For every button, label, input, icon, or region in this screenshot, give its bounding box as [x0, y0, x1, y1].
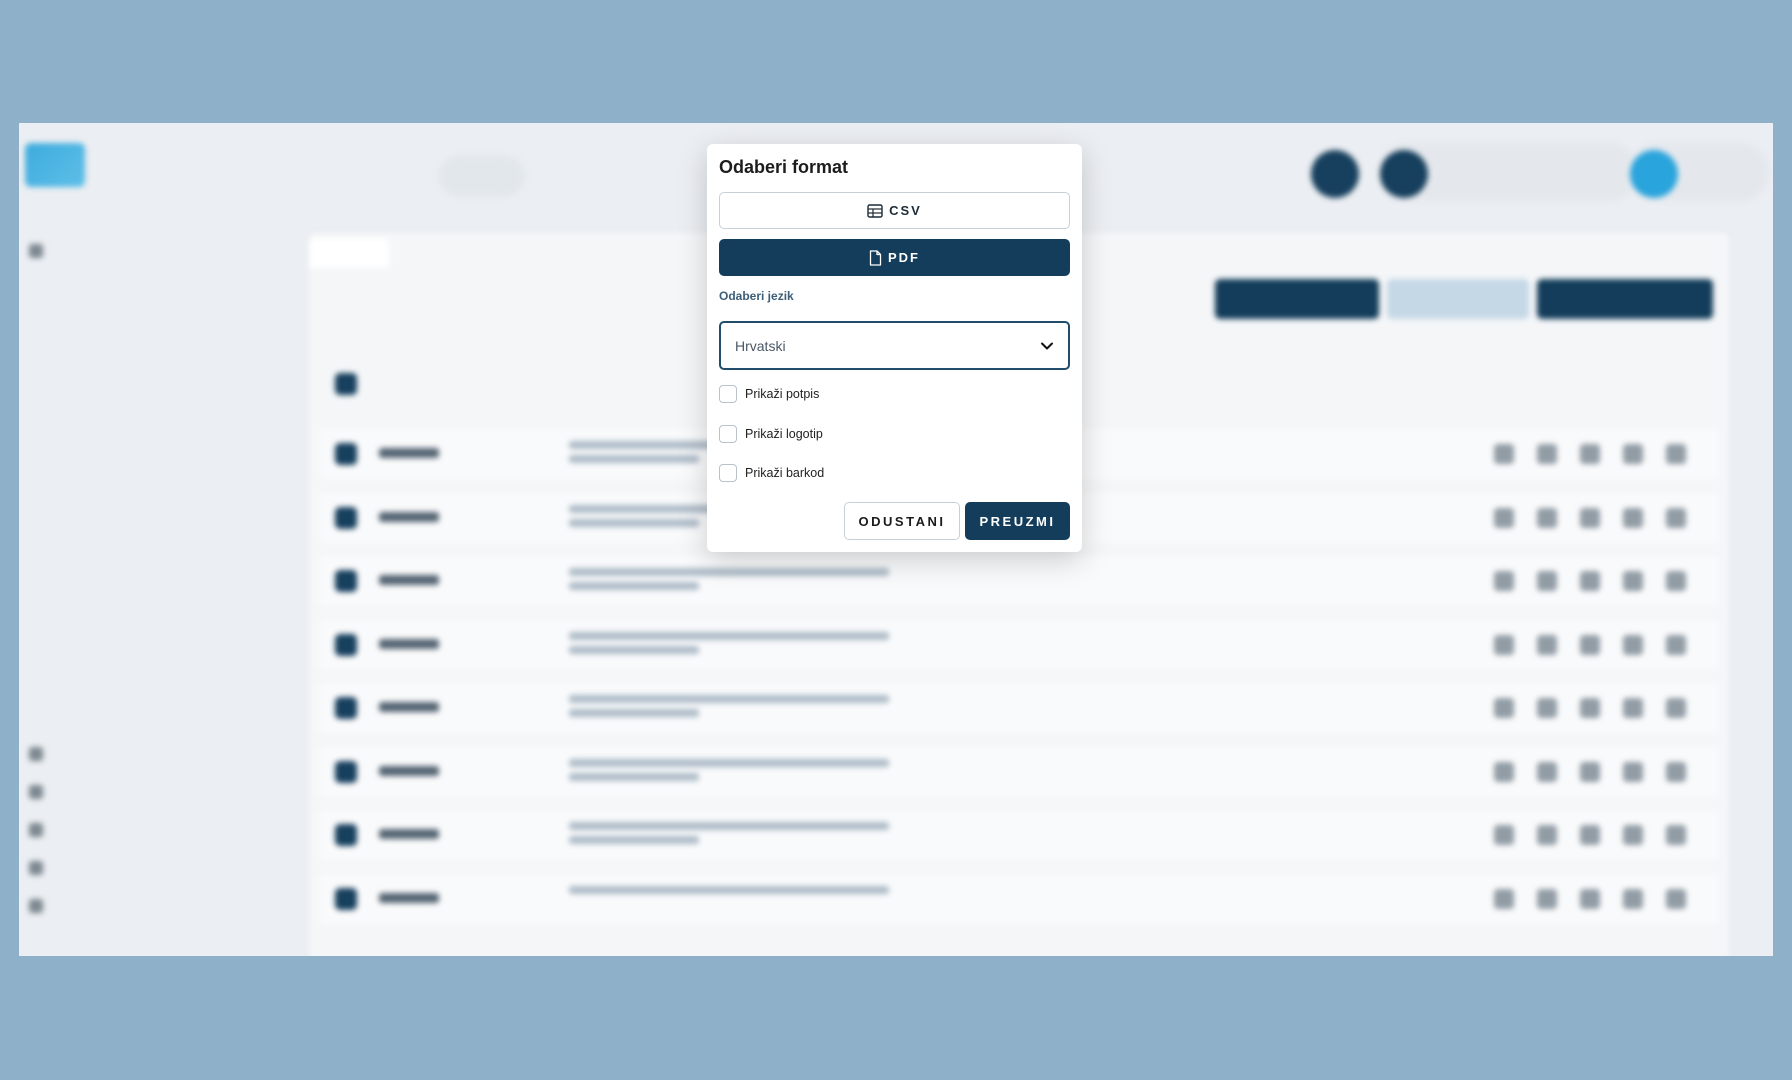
year-select — [439, 156, 525, 196]
row-checkbox — [335, 761, 357, 783]
show-signature-option[interactable]: Prikaži potpis — [719, 385, 819, 403]
notification-icon — [1311, 150, 1359, 198]
truck-icon — [29, 860, 43, 875]
row-actions — [1494, 825, 1709, 850]
row-number — [379, 575, 439, 585]
new-offer-button — [1537, 279, 1713, 319]
show-barcode-checkbox[interactable] — [719, 464, 737, 482]
download-all-button — [1215, 279, 1379, 319]
table-row — [319, 683, 1719, 733]
show-barcode-option[interactable]: Prikaži barkod — [719, 464, 824, 482]
row-number — [379, 512, 439, 522]
row-description — [569, 582, 699, 590]
select-all-checkbox — [335, 373, 357, 395]
table-icon — [867, 203, 883, 218]
row-checkbox — [335, 888, 357, 910]
export-format-dialog: Odaberi format CSV PDF Odaberi jezik Hrv… — [707, 144, 1082, 552]
app-logo — [25, 143, 85, 187]
row-number — [379, 702, 439, 712]
chevron-down-icon — [1041, 342, 1053, 349]
show-logo-label: Prikaži logotip — [745, 427, 823, 441]
user-icon — [29, 746, 43, 761]
show-signature-label: Prikaži potpis — [745, 387, 820, 401]
document-icon — [29, 243, 43, 258]
table-row — [319, 556, 1719, 606]
table-row — [319, 874, 1719, 924]
row-description — [569, 759, 889, 767]
cancel-button[interactable]: ODUSTANI — [844, 502, 960, 540]
row-checkbox — [335, 824, 357, 846]
row-checkbox — [335, 697, 357, 719]
tab-offers — [309, 238, 389, 268]
sidebar-item — [29, 784, 53, 799]
show-barcode-label: Prikaži barkod — [745, 466, 825, 480]
row-actions — [1494, 762, 1709, 787]
row-actions — [1494, 508, 1709, 533]
pdf-label: PDF — [888, 250, 920, 265]
row-checkbox — [335, 507, 357, 529]
sidebar-item — [29, 860, 53, 875]
row-number — [379, 829, 439, 839]
row-description — [569, 709, 699, 717]
sidebar-item-documents — [29, 243, 53, 258]
sidebar-item — [29, 746, 53, 761]
row-actions — [1494, 889, 1709, 914]
csv-label: CSV — [889, 203, 922, 218]
row-number — [379, 766, 439, 776]
row-description — [569, 455, 699, 463]
table-row — [319, 747, 1719, 797]
person-icon — [29, 822, 43, 837]
row-description — [569, 886, 889, 894]
row-checkbox — [335, 634, 357, 656]
language-select[interactable]: Hrvatski — [719, 321, 1070, 370]
grid-icon — [29, 898, 43, 913]
row-number — [379, 893, 439, 903]
export-button — [1387, 279, 1529, 319]
sidebar-item — [29, 898, 53, 913]
sidebar-item — [29, 822, 53, 837]
row-description — [569, 695, 889, 703]
row-actions — [1494, 444, 1709, 469]
row-checkbox — [335, 570, 357, 592]
row-number — [379, 448, 439, 458]
dialog-title: Odaberi format — [719, 157, 849, 177]
avatar — [1630, 150, 1678, 198]
row-description — [569, 773, 699, 781]
download-button[interactable]: PREUZMI — [965, 502, 1070, 540]
language-label: Odaberi jezik — [719, 289, 794, 303]
row-description — [569, 568, 889, 576]
row-description — [569, 632, 889, 640]
company-avatar — [1380, 150, 1428, 198]
tag-icon — [29, 784, 43, 799]
row-actions — [1494, 571, 1709, 596]
pdf-format-button[interactable]: PDF — [719, 239, 1070, 276]
row-actions — [1494, 698, 1709, 723]
table-row — [319, 620, 1719, 670]
row-description — [569, 646, 699, 654]
show-signature-checkbox[interactable] — [719, 385, 737, 403]
row-number — [379, 639, 439, 649]
row-checkbox — [335, 443, 357, 465]
language-select-value: Hrvatski — [735, 337, 786, 354]
show-logo-option[interactable]: Prikaži logotip — [719, 425, 823, 443]
row-actions — [1494, 635, 1709, 660]
csv-format-button[interactable]: CSV — [719, 192, 1070, 229]
file-icon — [869, 249, 882, 266]
show-logo-checkbox[interactable] — [719, 425, 737, 443]
sidebar — [19, 123, 229, 956]
row-description — [569, 822, 889, 830]
table-row — [319, 810, 1719, 860]
row-description — [569, 836, 699, 844]
row-description — [569, 519, 699, 527]
